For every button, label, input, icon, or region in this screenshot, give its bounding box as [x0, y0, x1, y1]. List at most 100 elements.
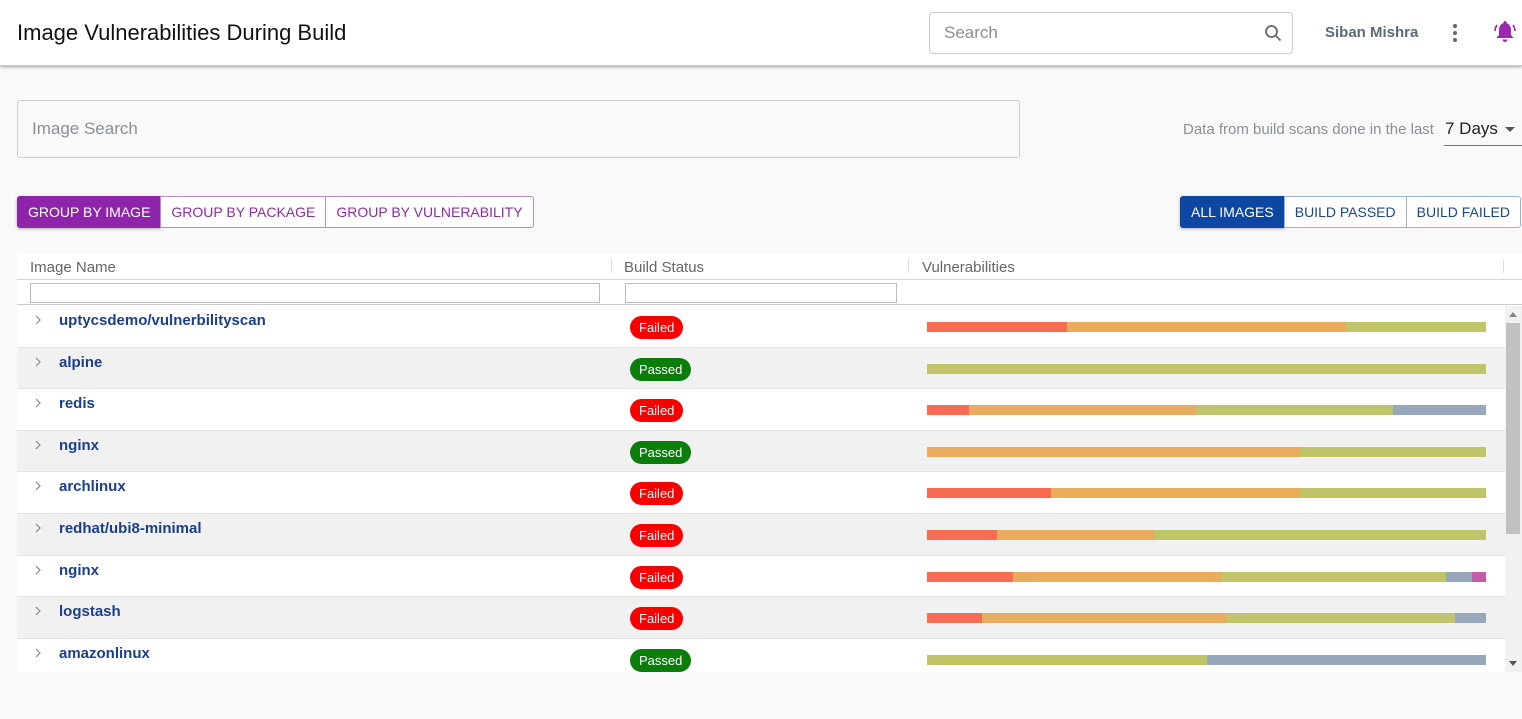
vulnerability-segment-high[interactable] [981, 613, 1227, 624]
expand-chevron-icon[interactable] [33, 646, 43, 660]
vulnerability-segment-low[interactable] [1392, 405, 1486, 416]
vulnerability-segment-critical[interactable] [927, 488, 1052, 499]
image-search-input[interactable] [32, 119, 932, 139]
vulnerability-segment-medium[interactable] [1222, 571, 1447, 582]
time-range-select[interactable]: 7 Days [1444, 116, 1522, 146]
vulnerability-segment-critical[interactable] [927, 405, 969, 416]
vulnerability-segment-high[interactable] [1066, 322, 1347, 332]
column-header-image-name[interactable]: Image Name [30, 259, 116, 276]
vulnerability-segment-high[interactable] [1013, 571, 1223, 582]
vulnerability-segment-medium[interactable] [1153, 530, 1486, 540]
vulnerability-bar[interactable] [927, 446, 1486, 457]
vulnerability-bar[interactable] [927, 530, 1486, 540]
table-row[interactable]: redhat/ubi8-minimal Failed [17, 514, 1505, 556]
image-name-link[interactable]: amazonlinux [59, 645, 150, 662]
image-search-field[interactable] [17, 100, 1020, 158]
scroll-down-arrow-icon[interactable] [1509, 661, 1517, 666]
vulnerability-segment-high[interactable] [996, 530, 1154, 540]
vulnerability-segment-low[interactable] [1206, 654, 1486, 665]
group-by-package-button[interactable]: GROUP BY PACKAGE [160, 196, 327, 228]
column-resizer[interactable] [1503, 259, 1504, 273]
build-passed-button[interactable]: BUILD PASSED [1283, 196, 1407, 228]
vulnerability-segment-medium[interactable] [927, 363, 1486, 374]
expand-chevron-icon[interactable] [33, 604, 43, 618]
page-title: Image Vulnerabilities During Build [17, 20, 347, 45]
vulnerability-segment-high[interactable] [968, 405, 1196, 416]
column-header-vulnerabilities[interactable]: Vulnerabilities [922, 259, 1015, 276]
time-range-label: Data from build scans done in the last [1183, 121, 1434, 138]
global-search[interactable] [929, 12, 1293, 54]
expand-chevron-icon[interactable] [33, 563, 43, 577]
image-name-link[interactable]: redis [59, 395, 95, 412]
vulnerability-segment-critical[interactable] [927, 322, 1067, 332]
table-filter-row [17, 280, 1522, 305]
image-name-link[interactable]: nginx [59, 562, 99, 579]
image-name-filter-input[interactable] [30, 283, 600, 303]
vulnerability-segment-high[interactable] [927, 446, 1300, 457]
expand-chevron-icon[interactable] [33, 355, 43, 369]
table-header: Image Name Build Status Vulnerabilities [17, 253, 1522, 280]
vulnerability-segment-medium[interactable] [1299, 446, 1486, 457]
vulnerability-segment-unknown[interactable] [1472, 571, 1486, 582]
all-images-button[interactable]: ALL IMAGES [1179, 196, 1285, 228]
expand-chevron-icon[interactable] [33, 438, 43, 452]
vulnerability-segment-critical[interactable] [927, 613, 982, 624]
expand-chevron-icon[interactable] [33, 521, 43, 535]
vulnerability-segment-high[interactable] [1051, 488, 1300, 499]
image-name-link[interactable]: logstash [59, 603, 121, 620]
vulnerability-segment-low[interactable] [1454, 613, 1486, 624]
table-row[interactable]: amazonlinux Passed [17, 638, 1505, 672]
image-name-link[interactable]: alpine [59, 354, 102, 371]
build-status-badge: Failed [630, 316, 684, 339]
vulnerability-segment-medium[interactable] [1299, 488, 1486, 499]
vulnerability-segment-medium[interactable] [927, 654, 1207, 665]
image-name-link[interactable]: uptycsdemo/vulnerbilityscan [59, 312, 266, 329]
table-row[interactable]: archlinux Failed [17, 472, 1505, 514]
notification-bell-icon[interactable] [1492, 19, 1518, 45]
build-status-badge: Passed [630, 357, 692, 381]
table-row[interactable]: alpine Passed [17, 347, 1505, 390]
global-search-input[interactable] [944, 23, 1244, 43]
table-scrollbar[interactable] [1505, 306, 1522, 672]
vulnerability-bar[interactable] [927, 613, 1486, 624]
vulnerability-segment-critical[interactable] [927, 530, 997, 540]
images-table: Image Name Build Status Vulnerabilities … [17, 253, 1522, 672]
vulnerability-segment-critical[interactable] [927, 571, 1014, 582]
vulnerability-segment-medium[interactable] [1346, 322, 1486, 332]
vulnerability-segment-low[interactable] [1446, 571, 1472, 582]
build-status-filter-input[interactable] [625, 283, 897, 303]
scroll-up-arrow-icon[interactable] [1509, 312, 1517, 317]
user-name[interactable]: Siban Mishra [1325, 24, 1418, 41]
group-by-vulnerability-button[interactable]: GROUP BY VULNERABILITY [325, 196, 534, 228]
scrollbar-thumb[interactable] [1506, 323, 1520, 534]
table-body: uptycsdemo/vulnerbilityscan Failed alpine P… [17, 306, 1505, 672]
table-row[interactable]: nginx Failed [17, 555, 1505, 598]
column-resizer[interactable] [908, 259, 909, 273]
time-range-value: 7 Days [1445, 119, 1498, 138]
image-name-link[interactable]: redhat/ubi8-minimal [59, 520, 202, 537]
vulnerability-bar[interactable] [927, 654, 1486, 665]
vulnerability-bar[interactable] [927, 405, 1486, 416]
vulnerability-bar[interactable] [927, 322, 1486, 332]
image-name-link[interactable]: archlinux [59, 478, 126, 495]
group-by-image-button[interactable]: GROUP BY IMAGE [17, 196, 162, 228]
search-icon[interactable] [1264, 24, 1282, 42]
expand-chevron-icon[interactable] [33, 396, 43, 410]
vulnerability-bar[interactable] [927, 571, 1486, 582]
build-failed-button[interactable]: BUILD FAILED [1405, 196, 1521, 228]
column-resizer[interactable] [611, 259, 612, 273]
image-name-link[interactable]: nginx [59, 437, 99, 454]
build-filter-toggle: ALL IMAGES BUILD PASSED BUILD FAILED [1179, 196, 1521, 228]
column-header-build-status[interactable]: Build Status [624, 259, 704, 276]
table-row[interactable]: uptycsdemo/vulnerbilityscan Failed [17, 306, 1505, 348]
expand-chevron-icon[interactable] [33, 479, 43, 493]
vulnerability-segment-medium[interactable] [1226, 613, 1455, 624]
vulnerability-segment-medium[interactable] [1195, 405, 1393, 416]
table-row[interactable]: logstash Failed [17, 597, 1505, 639]
vulnerability-bar[interactable] [927, 488, 1486, 499]
expand-chevron-icon[interactable] [33, 313, 43, 327]
more-vert-icon[interactable] [1448, 22, 1462, 44]
table-row[interactable]: redis Failed [17, 389, 1505, 431]
vulnerability-bar[interactable] [927, 363, 1486, 374]
table-row[interactable]: nginx Passed [17, 430, 1505, 473]
